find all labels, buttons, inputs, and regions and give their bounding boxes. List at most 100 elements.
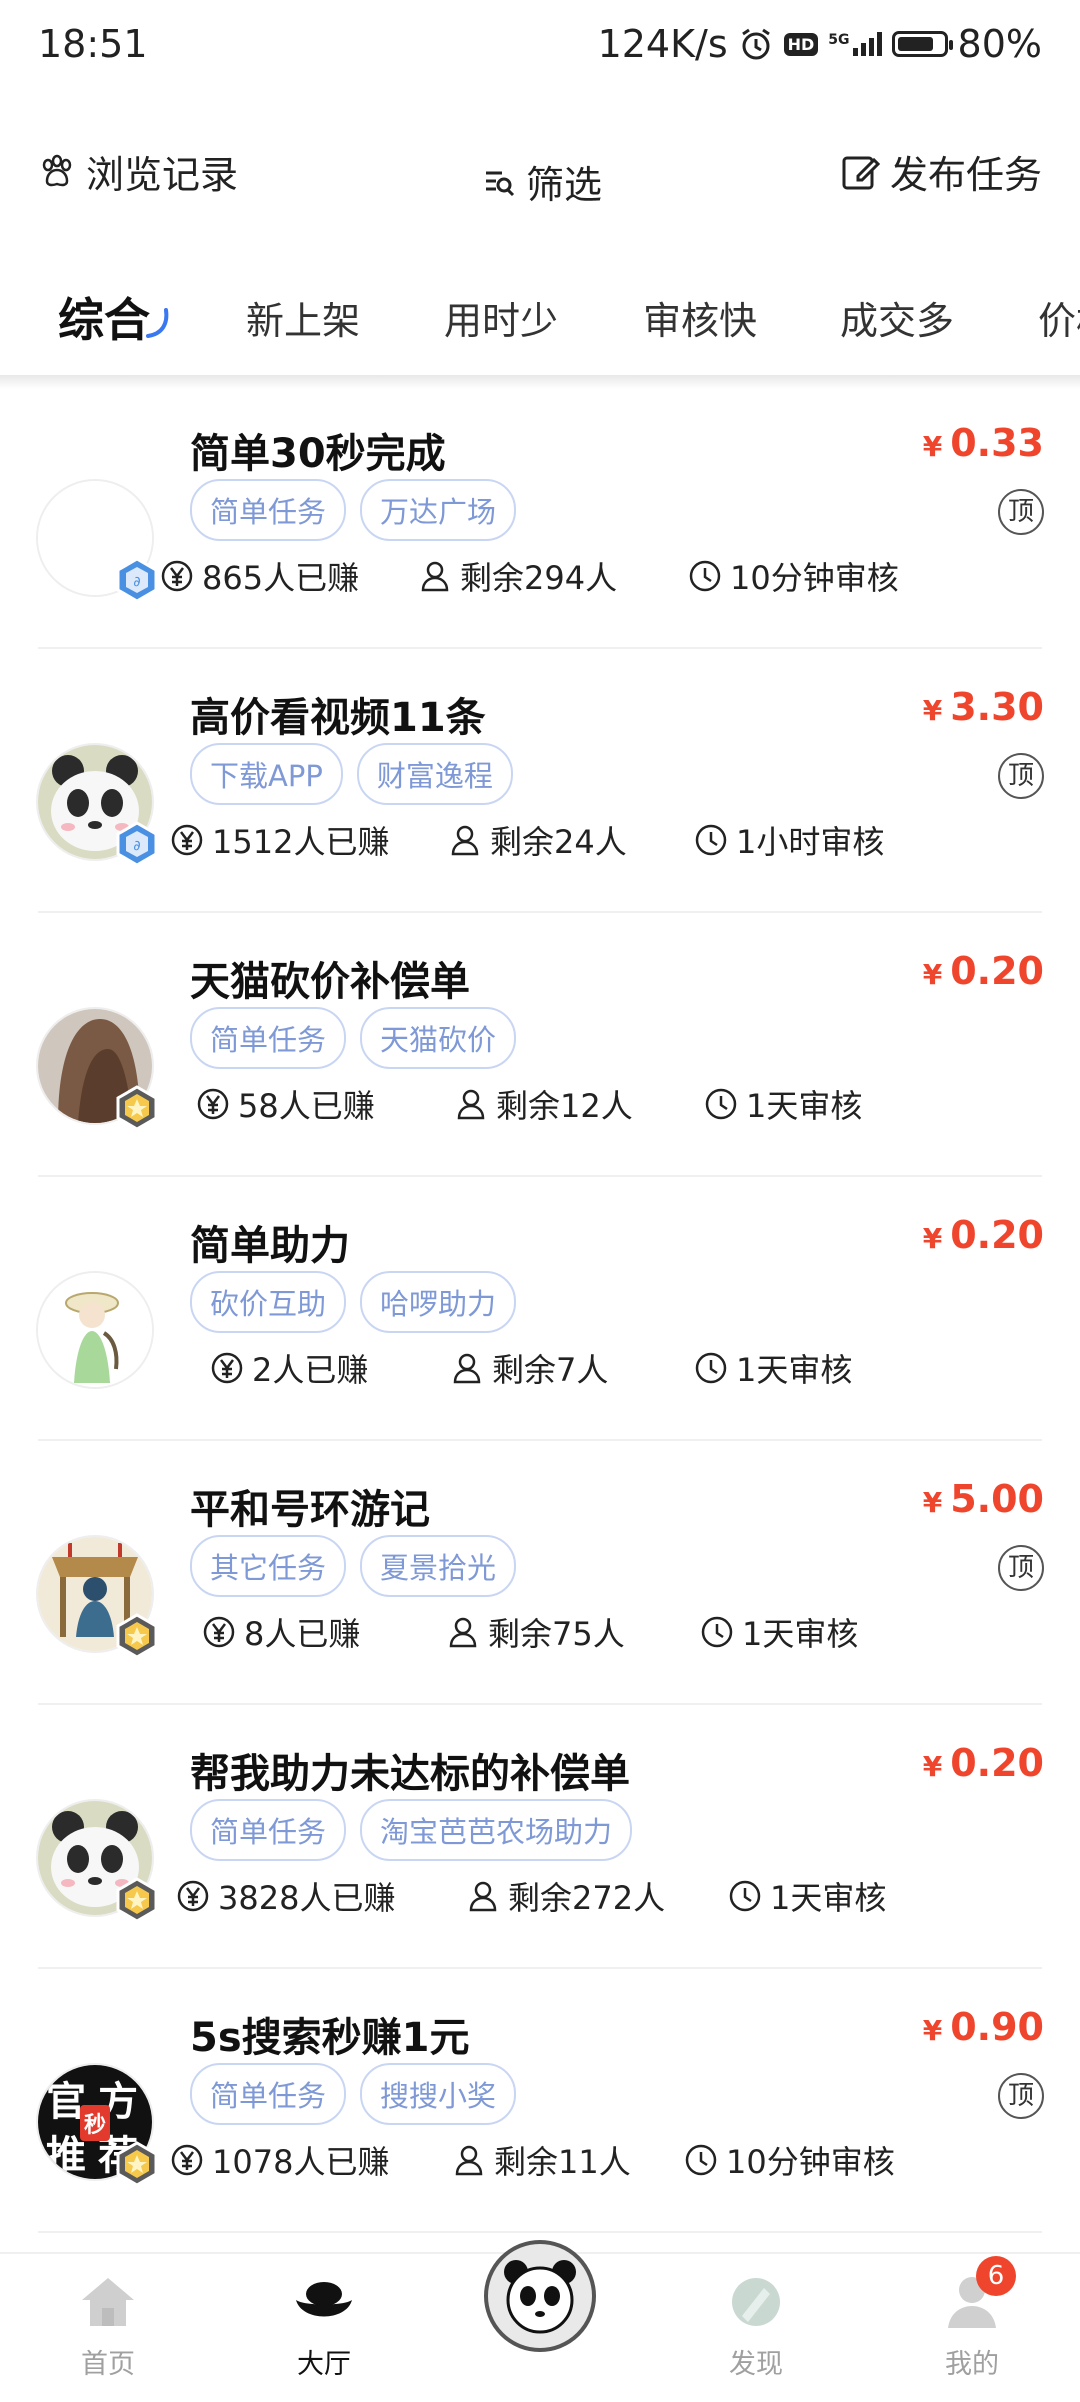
- publish-label: 发布任务: [889, 153, 1042, 197]
- battery-icon: [891, 31, 953, 57]
- review-time: 1小时审核: [694, 817, 884, 863]
- task-meta: 865人已赚 剩余294人 10分钟审核: [0, 553, 1080, 603]
- task-title: 简单30秒完成: [190, 431, 446, 477]
- user-icon: [449, 1617, 477, 1648]
- currency-symbol: ¥: [922, 1486, 943, 1519]
- task-tag: 天猫砍价: [360, 1007, 517, 1069]
- remaining-count: 剩余272人: [466, 1873, 665, 1919]
- earned-text: 1512人已赚: [212, 823, 390, 861]
- tab-most-deals[interactable]: 成交多: [840, 290, 954, 345]
- task-card[interactable]: 天猫砍价补偿单 简单任务 天猫砍价 ¥0.20 58人已赚 剩余12人 1天审核: [0, 913, 1080, 1177]
- task-card[interactable]: 帮我助力未达标的补偿单 简单任务 淘宝芭芭农场助力 ¥0.20 3828人已赚 剩余272…: [0, 1705, 1080, 1969]
- task-tags: 砍价互助 哈啰助力: [190, 1271, 517, 1333]
- top-nav: 浏览记录 筛选 发布任务: [0, 132, 1080, 212]
- pin-top-button[interactable]: 顶: [998, 1545, 1044, 1591]
- publish-task-button[interactable]: 发布任务: [840, 144, 1042, 199]
- currency-symbol: ¥: [922, 1750, 943, 1783]
- price-value: 0.90: [950, 2005, 1044, 2049]
- yen-coin-icon: [171, 2144, 203, 2176]
- earned-count: 1078人已赚: [170, 2137, 389, 2183]
- task-card[interactable]: 平和号环游记 其它任务 夏景拾光 ¥5.00 顶 8人已赚 剩余75人 1天审核: [0, 1441, 1080, 1705]
- task-price: ¥0.20: [923, 949, 1044, 993]
- bottom-nav: 首页 大厅 发现 6 我的: [0, 2240, 1080, 2402]
- task-price: ¥5.00: [923, 1477, 1044, 1521]
- remaining-count: 剩余11人: [452, 2137, 631, 2183]
- task-price: ¥0.90: [923, 2005, 1044, 2049]
- tab-less-time[interactable]: 用时少: [444, 290, 558, 345]
- nav-home[interactable]: 首页: [48, 2274, 168, 2381]
- history-button[interactable]: 浏览记录: [38, 144, 238, 199]
- nav-profile[interactable]: 6 我的: [912, 2256, 1032, 2381]
- yen-coin-icon: [197, 1088, 229, 1120]
- card-divider: [38, 2231, 1042, 2233]
- earned-count: 865人已赚: [160, 553, 359, 599]
- nav-center-panda[interactable]: [484, 2240, 596, 2352]
- task-title: 简单助力: [190, 1223, 350, 1269]
- task-tags: 简单任务 淘宝芭芭农场助力: [190, 1799, 633, 1861]
- user-icon: [421, 561, 449, 592]
- history-label: 浏览记录: [86, 153, 239, 197]
- official-stamp: 秒: [80, 2105, 111, 2141]
- currency-symbol: ¥: [922, 1222, 943, 1255]
- pin-top-button[interactable]: 顶: [998, 753, 1044, 799]
- pin-top-button[interactable]: 顶: [998, 2073, 1044, 2119]
- task-price: ¥0.20: [923, 1213, 1044, 1257]
- paw-icon: [42, 154, 72, 186]
- earned-count: 58人已赚: [196, 1081, 375, 1127]
- review-time: 1天审核: [700, 1609, 858, 1655]
- nav-profile-label: 我的: [945, 2349, 999, 2380]
- nav-home-label: 首页: [81, 2349, 135, 2380]
- price-value: 3.30: [950, 685, 1044, 729]
- task-tag: 夏景拾光: [360, 1535, 517, 1597]
- task-title: 5s搜索秒赚1元: [190, 2015, 470, 2061]
- task-card[interactable]: 简单助力 砍价互助 哈啰助力 ¥0.20 2人已赚 剩余7人 1天审核: [0, 1177, 1080, 1441]
- remaining-count: 剩余24人: [448, 817, 627, 863]
- earned-text: 865人已赚: [202, 559, 360, 597]
- remaining-count: 剩余75人: [446, 1609, 625, 1655]
- task-meta: 58人已赚 剩余12人 1天审核: [0, 1081, 1080, 1131]
- task-card[interactable]: 官方推荐秒5s搜索秒赚1元简单任务搜搜小奖¥0.90顶1078人已赚剩余11人1…: [0, 1969, 1080, 2233]
- task-tags: 简单任务 万达广场: [190, 479, 517, 541]
- task-tag: 简单任务: [190, 2063, 347, 2125]
- remaining-text: 剩余272人: [508, 1879, 666, 1917]
- nav-hall[interactable]: 大厅: [264, 2274, 384, 2381]
- edit-icon: [842, 156, 880, 189]
- task-meta: 2人已赚 剩余7人 1天审核: [0, 1345, 1080, 1395]
- tab-new[interactable]: 新上架: [246, 290, 360, 345]
- task-tags: 简单任务 搜搜小奖: [190, 2063, 517, 2125]
- task-meta: 3828人已赚 剩余272人 1天审核: [0, 1873, 1080, 1923]
- currency-symbol: ¥: [922, 430, 943, 463]
- earned-text: 58人已赚: [238, 1087, 375, 1125]
- clock-icon: [689, 560, 721, 592]
- earned-text: 2人已赚: [252, 1351, 369, 1389]
- task-tag: 哈啰助力: [360, 1271, 517, 1333]
- remaining-text: 剩余12人: [496, 1087, 633, 1125]
- review-time: 1天审核: [704, 1081, 862, 1127]
- tab-comprehensive[interactable]: 综合: [58, 284, 150, 350]
- task-tag: 淘宝芭芭农场助力: [360, 1799, 633, 1861]
- filter-button[interactable]: 筛选: [482, 154, 602, 209]
- signal-icon: 5G: [828, 32, 882, 56]
- review-time: 10分钟审核: [684, 2137, 895, 2183]
- task-tag: 简单任务: [190, 479, 347, 541]
- user-icon: [457, 1089, 485, 1120]
- nav-discover[interactable]: 发现: [696, 2274, 816, 2381]
- tab-price[interactable]: 价格: [1038, 290, 1080, 345]
- task-title: 平和号环游记: [190, 1487, 430, 1533]
- user-icon: [455, 2145, 483, 2176]
- nav-hall-label: 大厅: [297, 2349, 351, 2380]
- profile-notification-badge: 6: [976, 2256, 1016, 2296]
- price-value: 0.20: [950, 1213, 1044, 1257]
- remaining-text: 剩余11人: [494, 2143, 631, 2181]
- filter-label: 筛选: [526, 163, 603, 207]
- earned-count: 3828人已赚: [176, 1873, 395, 1919]
- currency-symbol: ¥: [922, 2014, 943, 2047]
- tab-fast-review[interactable]: 审核快: [643, 290, 757, 345]
- task-card[interactable]: ∂ 高价看视频11条 下载APP 财富逸程 ¥3.30 顶 1512人已赚 剩余24人 1小时审…: [0, 649, 1080, 913]
- task-price: ¥3.30: [923, 685, 1044, 729]
- task-tags: 简单任务 天猫砍价: [190, 1007, 517, 1069]
- remaining-count: 剩余294人: [418, 553, 617, 599]
- task-card[interactable]: ∂ 简单30秒完成 简单任务 万达广场 ¥0.33 顶 865人已赚 剩余294人 10分钟审核: [0, 385, 1080, 649]
- user-icon: [469, 1881, 497, 1912]
- pin-top-button[interactable]: 顶: [998, 489, 1044, 535]
